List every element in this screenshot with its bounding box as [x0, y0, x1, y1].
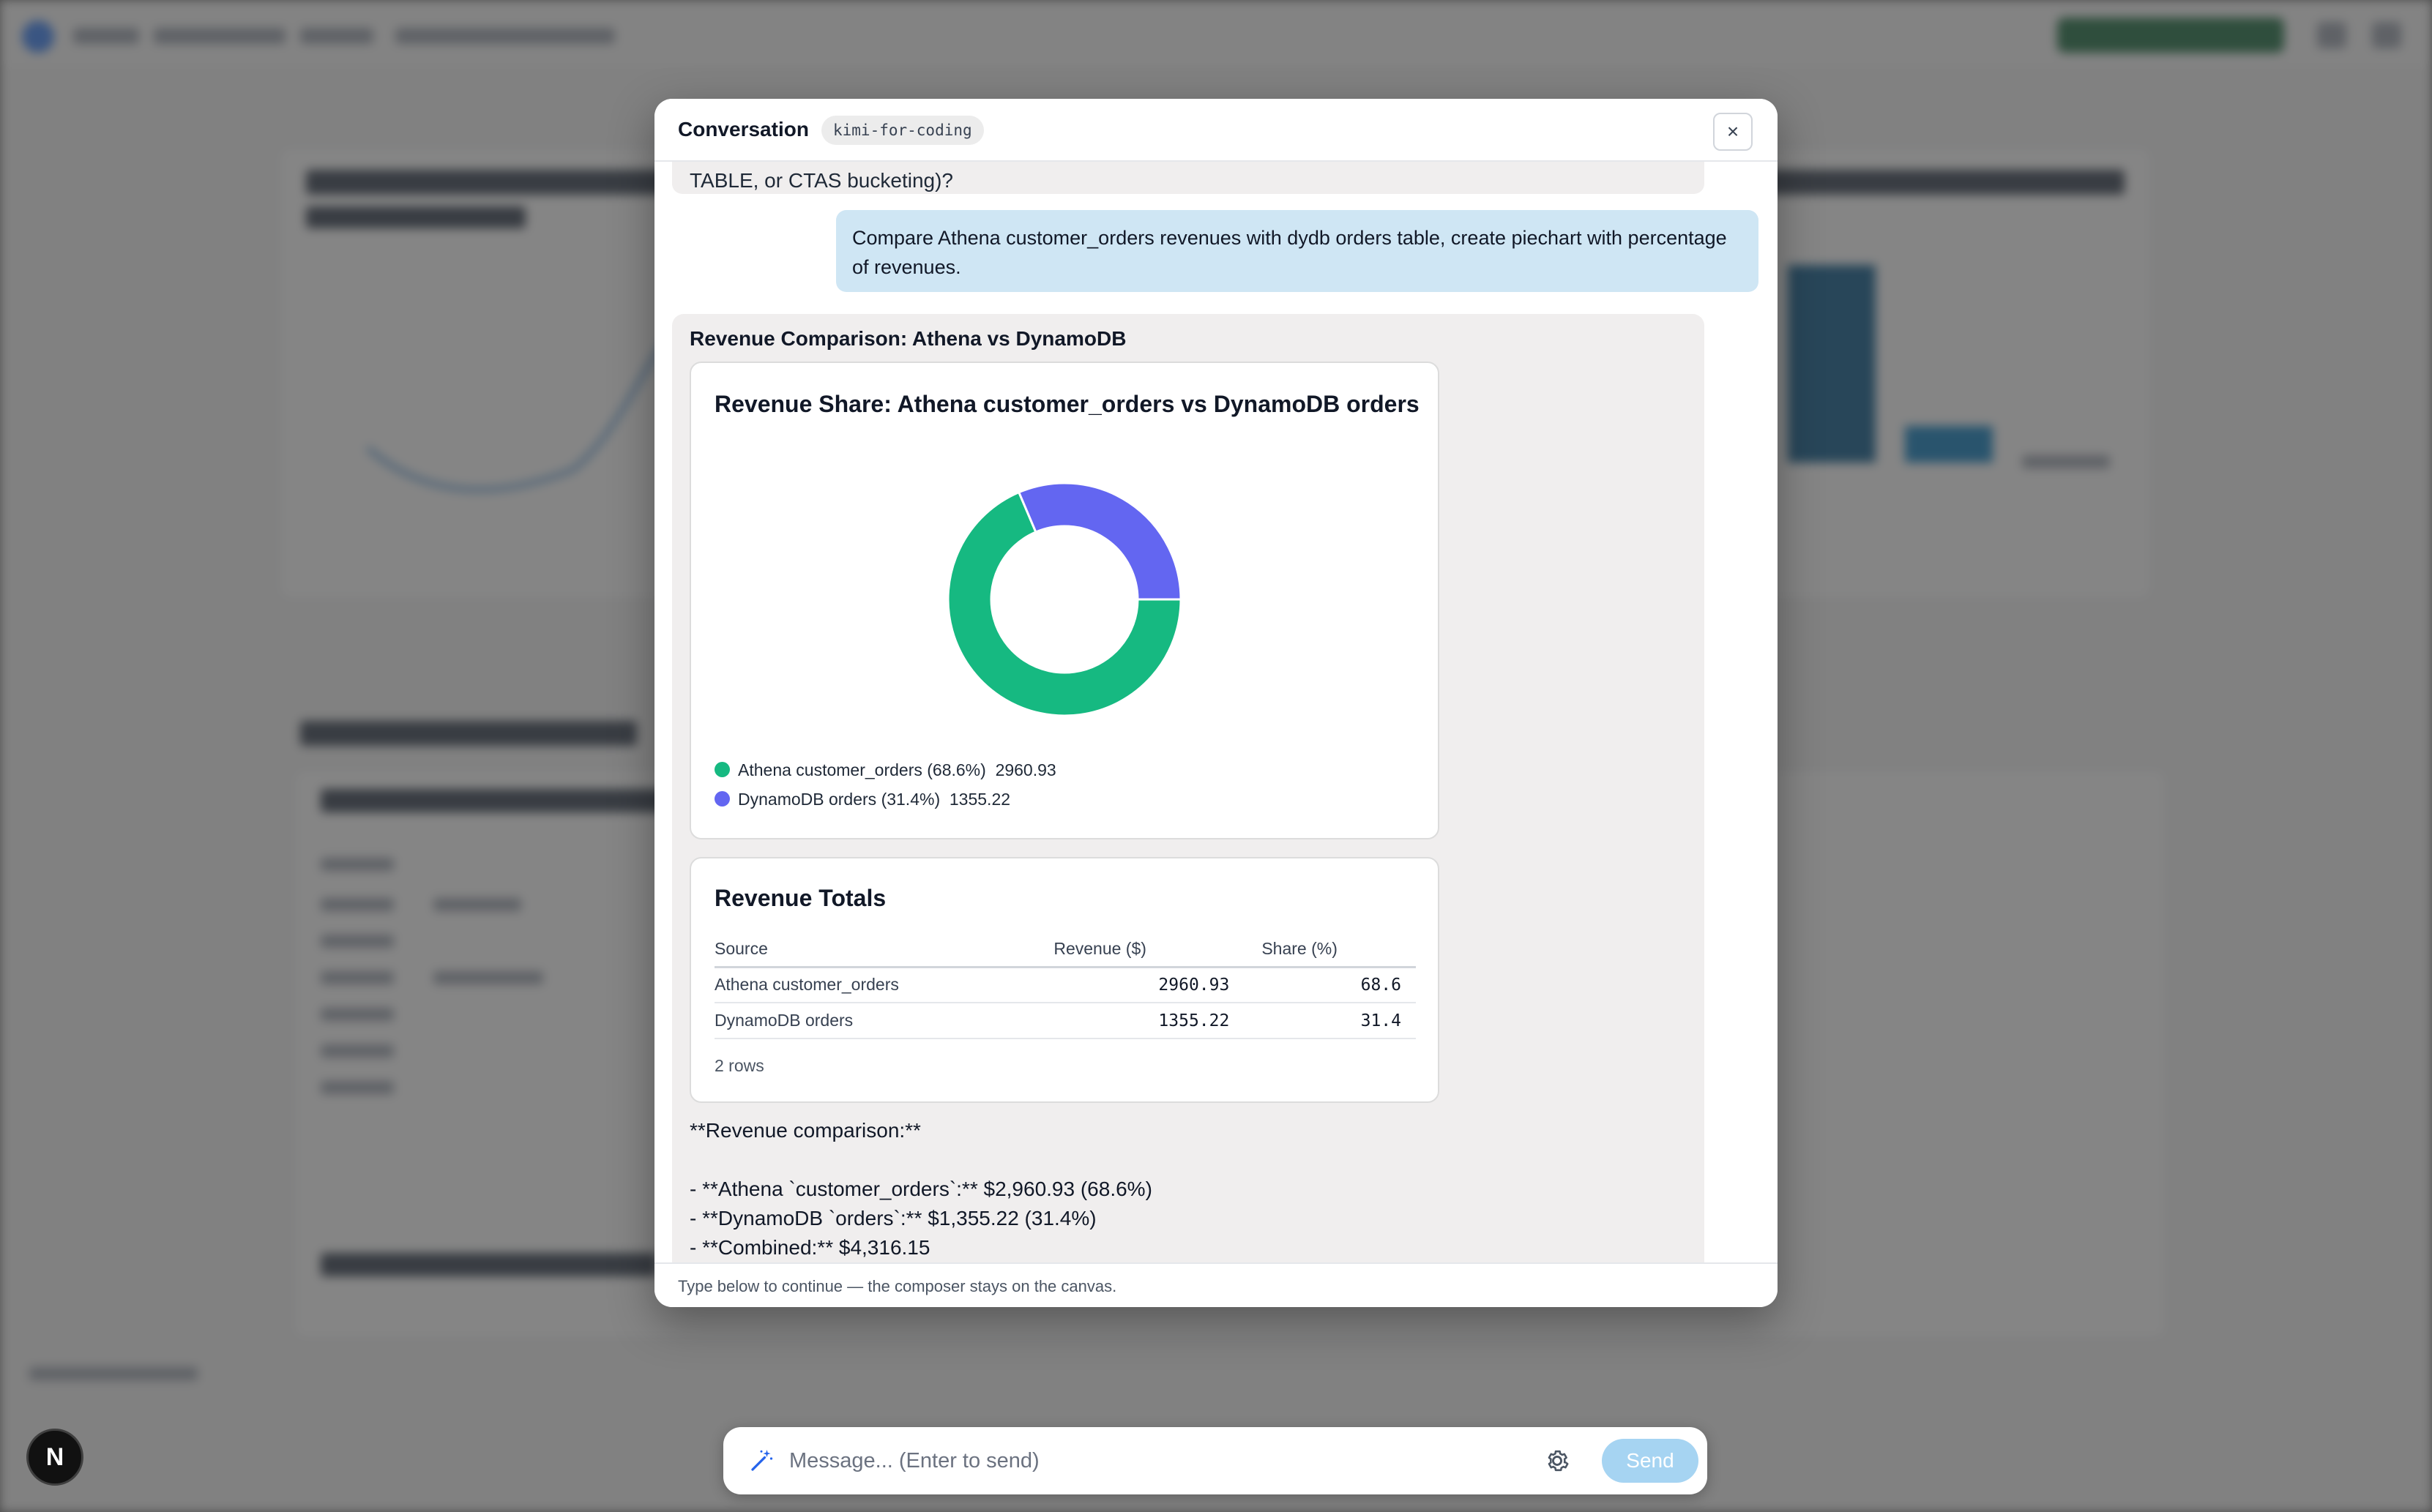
modal-footer: Type below to continue — the composer st…	[654, 1262, 1778, 1307]
legend-value: 1355.22	[949, 790, 1011, 809]
footer-note: Type below to continue — the composer st…	[678, 1277, 1117, 1295]
magic-wand-icon[interactable]	[748, 1448, 775, 1474]
cell-share: 31.4	[1244, 1003, 1416, 1039]
previous-assistant-message: TABLE, or CTAS bucketing)?	[672, 162, 1704, 194]
donut-slice-dynamodb	[1017, 482, 1182, 601]
column-header-share: Share (%)	[1244, 932, 1416, 968]
assistant-message: Revenue Comparison: Athena vs DynamoDB R…	[672, 314, 1704, 1307]
legend-value: 2960.93	[995, 760, 1056, 779]
modal-header: Conversation kimi-for-coding ×	[654, 99, 1778, 162]
donut-chart	[947, 482, 1182, 717]
column-header-source: Source	[715, 932, 1054, 968]
close-icon: ×	[1726, 120, 1739, 143]
close-button[interactable]: ×	[1713, 113, 1753, 151]
table-row: DynamoDB orders 1355.22 31.4	[715, 1003, 1416, 1039]
cell-revenue: 1355.22	[1053, 1003, 1245, 1039]
legend-label: Athena customer_orders (68.6%)	[738, 760, 986, 779]
conversation-modal: Conversation kimi-for-coding × TABLE, or…	[654, 99, 1778, 1307]
summary-heading: **Revenue comparison:**	[690, 1119, 921, 1142]
table-row: Athena customer_orders 2960.93 68.6	[715, 967, 1416, 1003]
model-badge: kimi-for-coding	[821, 116, 984, 145]
table-header-row: Source Revenue ($) Share (%)	[715, 932, 1416, 968]
cell-share: 68.6	[1244, 967, 1416, 1003]
section-heading: Revenue Comparison: Athena vs DynamoDB	[690, 327, 1127, 350]
revenue-table: Source Revenue ($) Share (%) Athena cust…	[715, 932, 1416, 1039]
row-count: 2 rows	[715, 1056, 764, 1075]
revenue-totals-card: Revenue Totals Source Revenue ($) Share …	[690, 857, 1439, 1103]
send-button[interactable]: Send	[1602, 1439, 1698, 1483]
message-composer: Send	[723, 1427, 1707, 1494]
legend-label: DynamoDB orders (31.4%)	[738, 790, 941, 809]
avatar[interactable]: N	[26, 1429, 83, 1486]
column-header-revenue: Revenue ($)	[1053, 932, 1245, 968]
legend-item-dynamodb: DynamoDB orders (31.4%) 1355.22	[715, 785, 1056, 814]
gear-icon[interactable]	[1543, 1447, 1571, 1475]
cell-source: DynamoDB orders	[715, 1003, 1054, 1039]
table-title: Revenue Totals	[715, 885, 887, 911]
user-message: Compare Athena customer_orders revenues …	[836, 210, 1758, 292]
cell-revenue: 2960.93	[1053, 967, 1245, 1003]
summary-text: **Revenue comparison:** - **Athena `cust…	[690, 1116, 1152, 1262]
cell-source: Athena customer_orders	[715, 967, 1054, 1003]
modal-title: Conversation	[678, 118, 809, 141]
pie-chart-card: Revenue Share: Athena customer_orders vs…	[690, 362, 1439, 839]
chart-legend: Athena customer_orders (68.6%) 2960.93 D…	[715, 755, 1056, 814]
message-input[interactable]	[789, 1443, 1521, 1478]
legend-item-athena: Athena customer_orders (68.6%) 2960.93	[715, 755, 1056, 785]
previous-message-text: TABLE, or CTAS bucketing)?	[690, 169, 953, 192]
summary-bullet: - **Athena `customer_orders`:** $2,960.9…	[690, 1178, 1152, 1200]
conversation-scroll-area[interactable]: TABLE, or CTAS bucketing)? Compare Athen…	[654, 162, 1778, 1307]
legend-swatch-dynamodb	[715, 791, 730, 806]
legend-swatch-athena	[715, 762, 730, 777]
summary-bullet: - **Combined:** $4,316.15	[690, 1236, 930, 1259]
summary-bullet: - **DynamoDB `orders`:** $1,355.22 (31.4…	[690, 1207, 1097, 1230]
